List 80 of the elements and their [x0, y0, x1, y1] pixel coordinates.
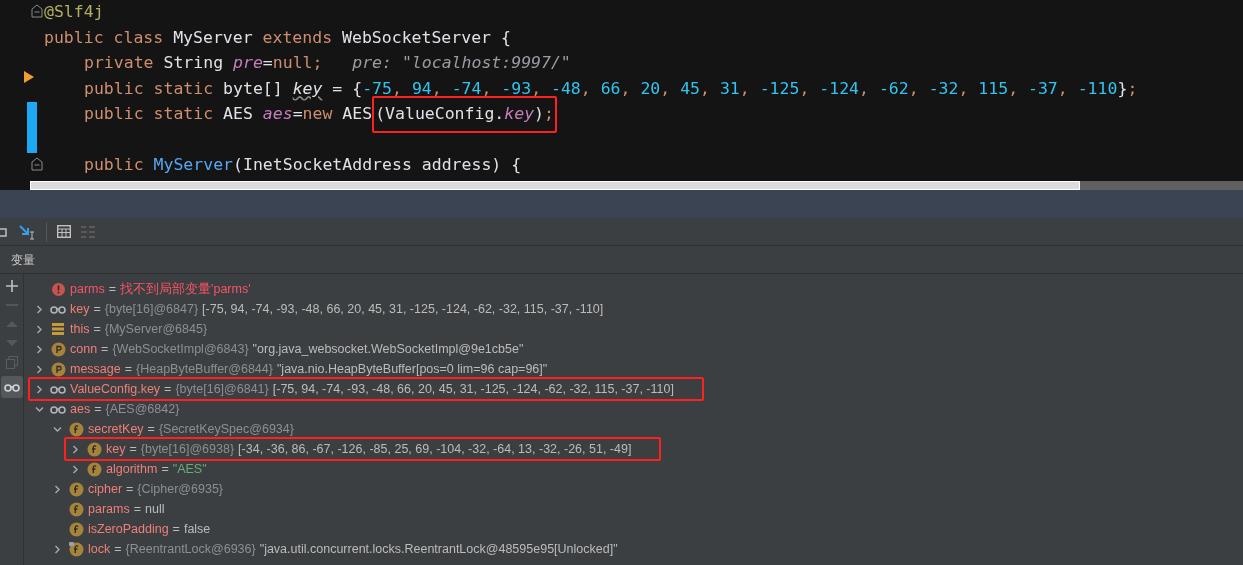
equals-sign: =	[93, 300, 101, 318]
execution-arrow-icon	[24, 70, 34, 83]
variable-value: [-34, -36, 86, -67, -126, -85, 25, 69, -104, -32, -64, 13, -32, -26, 51, -49]	[238, 440, 632, 458]
change-marker	[27, 127, 37, 153]
equals-sign: =	[129, 440, 137, 458]
locked-field-icon	[68, 541, 84, 557]
variable-name: message	[70, 360, 121, 378]
cursor-arrow-icon[interactable]	[18, 223, 36, 240]
variable-value: [-75, 94, -74, -93, -48, 66, 20, 45, 31, -125, -124, -62, -32, 115, -37, -110]	[272, 380, 674, 398]
variable-name: aes	[70, 400, 91, 418]
error-icon	[51, 282, 65, 296]
field-icon	[68, 521, 84, 537]
equals-sign: =	[147, 420, 155, 438]
variable-type: {HeapByteBuffer@6844}	[136, 360, 273, 378]
add-icon[interactable]	[5, 280, 18, 292]
variable-type: {SecretKeySpec@6934}	[158, 420, 294, 438]
variable-name: parms	[70, 280, 105, 298]
equals-sign: =	[94, 400, 102, 418]
variable-type: {AES@6842}	[105, 400, 180, 418]
variable-value: "AES"	[172, 460, 207, 478]
equals-sign: =	[108, 280, 117, 298]
glasses-icon	[50, 384, 66, 394]
variable-value: 找不到局部变量'parms'	[120, 280, 251, 298]
watches-toggle[interactable]	[0, 376, 23, 398]
code-line: @Slf4j	[44, 1, 104, 24]
variable-value: "java.nio.HeapByteBuffer[pos=0 lim=96 cap=96]"	[276, 360, 548, 378]
scrollbar-thumb[interactable]	[30, 181, 1080, 190]
variable-value: null	[145, 500, 165, 518]
variable-value: [-75, 94, -74, -93, -48, 66, 20, 45, 31, -125, -124, -62, -32, 115, -37, -110]	[202, 300, 604, 318]
variable-name: algorithm	[106, 460, 158, 478]
equals-sign: =	[93, 320, 101, 338]
fold-icon	[31, 4, 43, 18]
variable-name: cipher	[88, 480, 123, 498]
equals-sign: =	[124, 360, 133, 378]
variable-name: this	[70, 320, 90, 338]
variable-type: {Cipher@6935}	[137, 480, 224, 498]
variable-name: ValueConfig.key	[70, 380, 161, 398]
frame-icon[interactable]	[0, 225, 8, 238]
glasses-icon	[3, 382, 20, 392]
highlight-box: (ValueConfig.key);	[372, 96, 557, 134]
equals-sign: =	[164, 380, 172, 398]
variable-name: params	[88, 500, 130, 518]
variable-name: secretKey	[88, 420, 144, 438]
equals-sign: =	[101, 340, 109, 358]
parameter-icon	[50, 341, 66, 357]
change-marker	[27, 102, 37, 128]
stack-icon	[52, 323, 64, 335]
field-icon	[68, 481, 84, 497]
glasses-icon	[50, 304, 66, 314]
field-icon	[68, 421, 84, 437]
variable-name: isZeroPadding	[88, 520, 169, 538]
variable-type: {byte[16]@6938}	[140, 440, 235, 458]
table-icon[interactable]	[57, 225, 71, 238]
fold-icon	[31, 157, 43, 171]
variable-name: key	[106, 440, 126, 458]
equals-sign: =	[126, 480, 134, 498]
equals-sign: =	[133, 500, 141, 518]
field-icon	[86, 461, 102, 477]
variable-name: conn	[70, 340, 98, 358]
variable-type: {MyServer@6845}	[104, 320, 208, 338]
variable-name: lock	[88, 540, 111, 558]
variable-type: {byte[16]@6847}	[104, 300, 199, 318]
glasses-icon	[50, 404, 66, 414]
variable-value: false	[183, 520, 211, 538]
code-line: private String pre=null; pre: "localhost:9997/"	[83, 52, 571, 75]
variables-tab[interactable]: 变量	[11, 250, 35, 269]
variable-value: "java.util.concurrent.locks.ReentrantLock@48595e95[Unlocked]"	[259, 540, 618, 558]
code-line: public class MyServer extends WebSocketServer {	[44, 26, 511, 49]
variable-name: key	[70, 300, 90, 318]
equals-sign: =	[114, 540, 122, 558]
equals-sign: =	[161, 460, 169, 478]
field-icon	[86, 441, 102, 457]
variable-type: {ReentrantLock@6936}	[125, 540, 256, 558]
code-line: public MyServer(InetSocketAddress address) {	[83, 154, 522, 177]
variable-type: {byte[16]@6841}	[175, 380, 269, 398]
field-icon	[68, 501, 84, 517]
variable-value: "org.java_websocket.WebSocketImpl@9e1cb5e"	[252, 340, 524, 358]
equals-sign: =	[172, 520, 180, 538]
parameter-icon	[50, 361, 66, 377]
variable-type: {WebSocketImpl@6843}	[112, 340, 249, 358]
